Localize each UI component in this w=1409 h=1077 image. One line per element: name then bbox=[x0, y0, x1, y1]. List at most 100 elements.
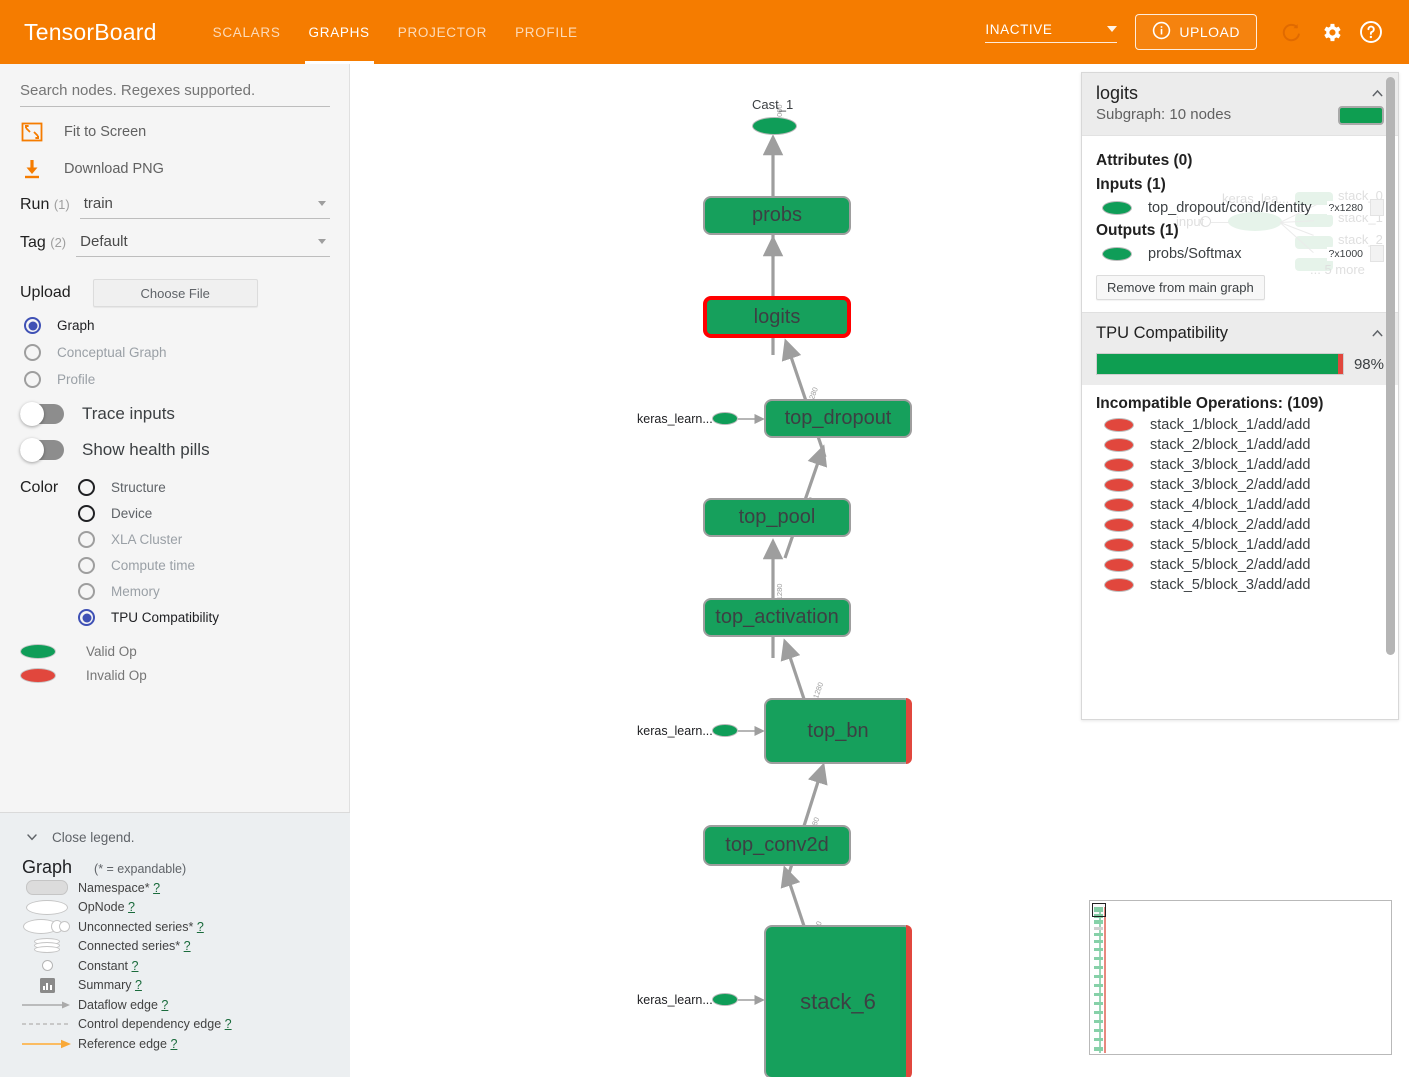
incompatible-op-row[interactable]: stack_5/block_3/add/add bbox=[1096, 577, 1384, 593]
refresh-icon[interactable] bbox=[1271, 12, 1311, 52]
help-link[interactable]: ? bbox=[135, 978, 142, 992]
help-link[interactable]: ? bbox=[128, 900, 135, 914]
incompatible-op-row[interactable]: stack_3/block_2/add/add bbox=[1096, 477, 1384, 493]
show-health-pills-toggle[interactable]: Show health pills bbox=[0, 438, 350, 462]
help-link[interactable]: ? bbox=[184, 939, 191, 953]
input-row[interactable]: top_dropout/cond/Identity ?x1280 bbox=[1096, 199, 1384, 216]
fit-to-screen-button[interactable]: Fit to Screen bbox=[0, 120, 350, 144]
chevron-up-icon[interactable] bbox=[1369, 325, 1386, 347]
tpu-compatibility-header: TPU Compatibility 98% bbox=[1082, 313, 1398, 385]
incompatible-op-row[interactable]: stack_4/block_2/add/add bbox=[1096, 517, 1384, 533]
remove-from-main-graph-button[interactable]: Remove from main graph bbox=[1096, 275, 1265, 300]
tag-select[interactable]: Default bbox=[76, 233, 330, 257]
graph-node-top-bn-label: top_bn bbox=[807, 719, 869, 742]
color-option-tpu-compatibility[interactable]: TPU Compatibility bbox=[72, 609, 350, 626]
input-shape: ?x1280 bbox=[1326, 200, 1365, 215]
chevron-down-icon bbox=[318, 201, 326, 206]
graph-node-logits[interactable]: logits bbox=[703, 296, 851, 338]
experiment-state-select[interactable]: INACTIVE bbox=[985, 22, 1118, 43]
minimap-node-blocks bbox=[1094, 907, 1103, 1053]
gear-icon[interactable] bbox=[1311, 12, 1351, 52]
incompatible-operations-list: Incompatible Operations: (109) stack_1/b… bbox=[1082, 385, 1398, 717]
help-icon[interactable] bbox=[1351, 12, 1391, 52]
fit-to-screen-icon bbox=[20, 120, 64, 144]
incompatible-op-name: stack_3/block_1/add/add bbox=[1150, 457, 1311, 473]
trace-inputs-toggle[interactable]: Trace inputs bbox=[0, 402, 350, 426]
incompatible-op-row[interactable]: stack_1/block_1/add/add bbox=[1096, 417, 1384, 433]
info-panel-scrollbar[interactable] bbox=[1386, 77, 1395, 697]
legend-item-reference-edge: Reference edge ? bbox=[0, 1034, 350, 1054]
ghost-label-more: ... 5 more bbox=[1310, 262, 1365, 277]
color-option-memory[interactable]: Memory bbox=[72, 583, 350, 600]
tab-scalars-label: SCALARS bbox=[212, 24, 281, 40]
graph-minimap[interactable] bbox=[1089, 900, 1392, 1055]
incompatible-op-row[interactable]: stack_5/block_2/add/add bbox=[1096, 557, 1384, 573]
help-link[interactable]: ? bbox=[161, 998, 168, 1012]
graph-type-option-profile[interactable]: Profile bbox=[0, 371, 350, 388]
graph-node-stack-6[interactable]: stack_6 bbox=[764, 925, 912, 1077]
node-color-chip bbox=[1338, 106, 1384, 125]
reference-edge-icon bbox=[16, 1038, 78, 1050]
run-select[interactable]: train bbox=[79, 195, 330, 219]
radio-device bbox=[78, 505, 95, 522]
input-stub-node-top-dropout[interactable] bbox=[712, 412, 738, 425]
incompatible-op-name: stack_4/block_1/add/add bbox=[1150, 497, 1311, 513]
run-count: (1) bbox=[53, 197, 70, 212]
graph-controls: Fit to Screen Download PNG Run (1) bbox=[0, 64, 350, 812]
graph-node-probs-label: probs bbox=[751, 204, 803, 226]
node-info-title: logits bbox=[1096, 83, 1139, 103]
graph-canvas[interactable]: ?x1000 ?x1000 ?x1280 ?x1280 ?x?x?x1280 ?… bbox=[351, 64, 1080, 1077]
chevron-up-icon[interactable] bbox=[1369, 85, 1386, 107]
graph-node-cast-1[interactable] bbox=[752, 117, 797, 135]
color-option-xla-cluster[interactable]: XLA Cluster bbox=[72, 531, 350, 548]
search-input[interactable] bbox=[20, 82, 330, 107]
graph-type-option-conceptual[interactable]: Conceptual Graph bbox=[0, 344, 350, 361]
toggle-switch-off-icon bbox=[20, 402, 64, 426]
help-link[interactable]: ? bbox=[132, 959, 139, 973]
tab-projector[interactable]: PROJECTOR bbox=[386, 0, 499, 64]
output-row[interactable]: probs/Softmax ?x1000 bbox=[1096, 245, 1384, 262]
scrollbar-thumb[interactable] bbox=[1386, 77, 1395, 655]
radio-structure bbox=[78, 479, 95, 496]
connected-series-shape-icon bbox=[16, 938, 78, 954]
tab-scalars[interactable]: SCALARS bbox=[201, 0, 293, 64]
tab-graphs[interactable]: GRAPHS bbox=[297, 0, 382, 64]
run-selector-row: Run (1) train bbox=[0, 195, 350, 219]
outputs-label: Outputs (1) bbox=[1096, 222, 1179, 239]
graph-node-top-activation[interactable]: top_activation bbox=[703, 598, 851, 637]
graph-node-top-pool[interactable]: top_pool bbox=[703, 498, 851, 537]
incompatible-op-row[interactable]: stack_5/block_1/add/add bbox=[1096, 537, 1384, 553]
color-option-compute-time[interactable]: Compute time bbox=[72, 557, 350, 574]
close-legend-button[interactable]: Close legend. bbox=[0, 829, 350, 845]
legend-reference-edge-label: Reference edge bbox=[78, 1036, 167, 1051]
input-stub-label-top-dropout: keras_learn... bbox=[637, 412, 713, 426]
graph-node-top-dropout[interactable]: top_dropout bbox=[764, 399, 912, 438]
chevron-down-icon bbox=[24, 829, 40, 845]
graph-node-top-bn[interactable]: top_bn bbox=[764, 698, 912, 764]
help-link[interactable]: ? bbox=[197, 920, 204, 934]
download-png-button[interactable]: Download PNG bbox=[0, 157, 350, 181]
help-link[interactable]: ? bbox=[153, 881, 160, 895]
graph-node-probs[interactable]: probs bbox=[703, 196, 851, 235]
color-option-device[interactable]: Device bbox=[72, 505, 350, 522]
graph-node-top-conv2d[interactable]: top_conv2d bbox=[703, 825, 851, 866]
minimap-viewport-box[interactable] bbox=[1092, 903, 1106, 917]
remove-from-main-graph-label: Remove from main graph bbox=[1107, 280, 1254, 295]
graph-type-option-graph[interactable]: Graph bbox=[0, 317, 350, 334]
input-stub-node-stack-6[interactable] bbox=[712, 993, 738, 1006]
incompatible-op-row[interactable]: stack_3/block_1/add/add bbox=[1096, 457, 1384, 473]
incompatible-op-row[interactable]: stack_2/block_1/add/add bbox=[1096, 437, 1384, 453]
color-option-structure[interactable]: Structure bbox=[72, 479, 350, 496]
invalid-op-icon bbox=[1104, 438, 1134, 452]
tab-profile[interactable]: PROFILE bbox=[503, 0, 590, 64]
help-link[interactable]: ? bbox=[170, 1037, 177, 1051]
tab-projector-label: PROJECTOR bbox=[397, 24, 488, 40]
input-stub-node-top-bn[interactable] bbox=[712, 724, 738, 737]
legend-item-constant: Constant ? bbox=[0, 956, 350, 976]
choose-file-button[interactable]: Choose File bbox=[92, 279, 258, 307]
fit-to-screen-label: Fit to Screen bbox=[64, 124, 147, 140]
legend-item-summary: Summary ? bbox=[0, 976, 350, 996]
help-link[interactable]: ? bbox=[225, 1017, 232, 1031]
upload-button[interactable]: UPLOAD bbox=[1135, 14, 1257, 50]
incompatible-op-row[interactable]: stack_4/block_1/add/add bbox=[1096, 497, 1384, 513]
